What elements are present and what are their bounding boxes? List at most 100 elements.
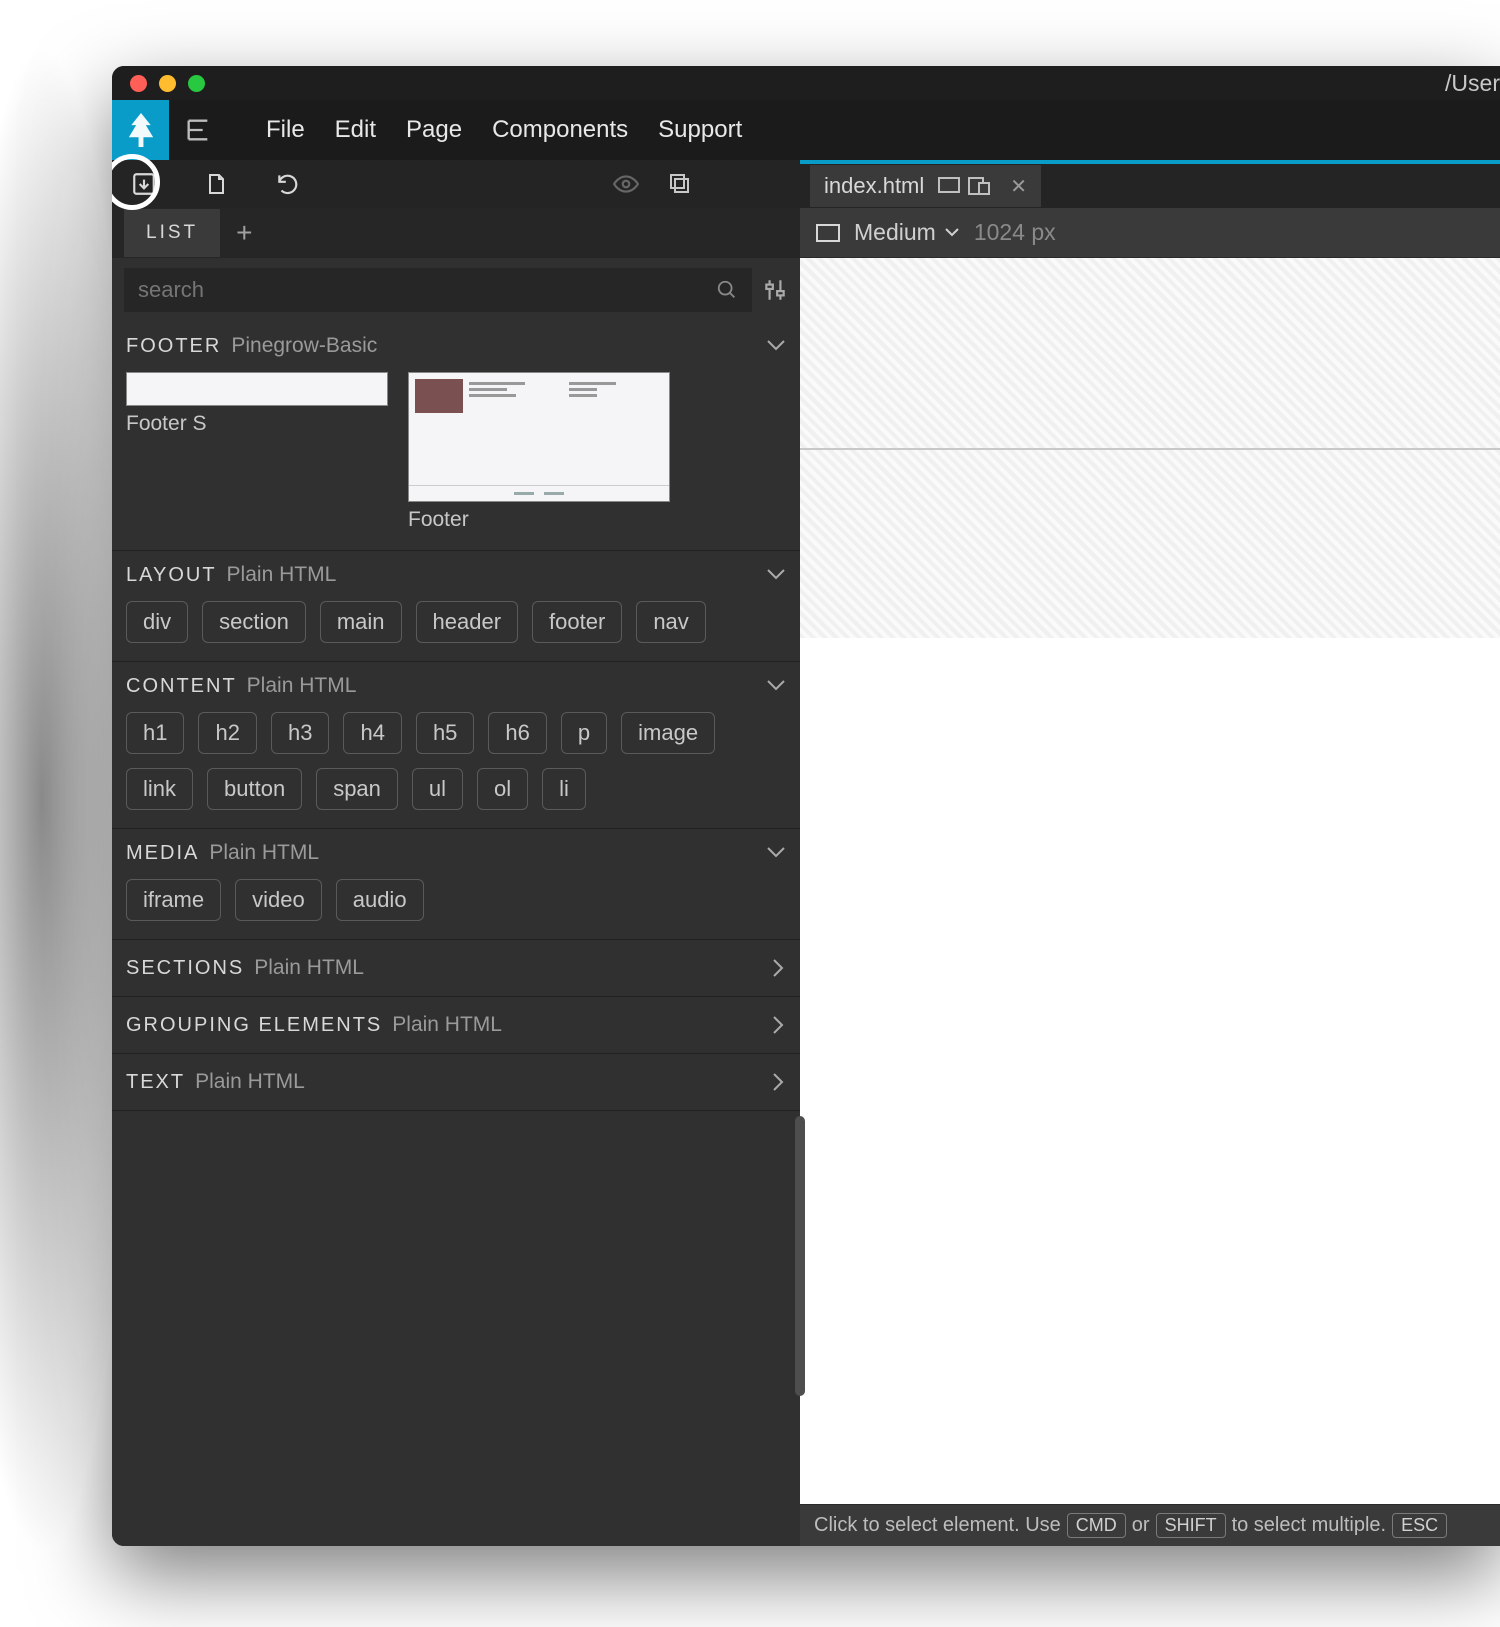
chip-div[interactable]: div [126, 601, 188, 643]
pinecone-icon [126, 113, 156, 147]
menu-components[interactable]: Components [492, 116, 628, 144]
section-name: TEXT [126, 1071, 185, 1094]
chevron-right-icon [772, 1072, 786, 1092]
section-name: CONTENT [126, 675, 237, 698]
section-sub: Plain HTML [227, 563, 337, 587]
section-text[interactable]: TEXT Plain HTML [112, 1054, 800, 1111]
chip-iframe[interactable]: iframe [126, 879, 221, 921]
close-tab-button[interactable]: ✕ [1010, 174, 1027, 199]
library-panel: LIST + FOOTER Pine [112, 208, 800, 1546]
section-name: FOOTER [126, 335, 221, 358]
thumb-label: Footer [408, 508, 670, 532]
chip-main[interactable]: main [320, 601, 402, 643]
chip-h1[interactable]: h1 [126, 712, 184, 754]
section-content-head[interactable]: CONTENT Plain HTML [126, 674, 786, 698]
section-name: MEDIA [126, 842, 199, 865]
page-button[interactable] [194, 162, 238, 206]
viewport-bar: Medium 1024 px [800, 208, 1500, 258]
thumb-label: Footer S [126, 412, 388, 436]
chip-h5[interactable]: h5 [416, 712, 474, 754]
status-suffix: to select multiple. [1232, 1514, 1387, 1537]
chip-span[interactable]: span [316, 768, 398, 810]
chevron-right-icon [772, 1015, 786, 1035]
chevron-right-icon [772, 958, 786, 978]
file-tab-index[interactable]: index.html ✕ [810, 165, 1041, 207]
editor-mode-button[interactable] [169, 100, 226, 160]
status-bar: Click to select element. Use CMD or SHIF… [800, 1504, 1500, 1546]
chip-p[interactable]: p [561, 712, 607, 754]
section-layout: LAYOUT Plain HTML div section main heade… [112, 551, 800, 662]
menu-file[interactable]: File [266, 116, 305, 144]
section-footer: FOOTER Pinegrow-Basic Footer S [112, 322, 800, 551]
component-footer-s[interactable]: Footer S [126, 372, 388, 532]
file-tab-label: index.html [824, 173, 924, 199]
section-footer-head[interactable]: FOOTER Pinegrow-Basic [126, 334, 786, 358]
section-name: GROUPING ELEMENTS [126, 1014, 382, 1037]
section-content: CONTENT Plain HTML h1 h2 h3 h4 h5 h6 p i… [112, 662, 800, 829]
search-box [124, 268, 752, 312]
chip-link[interactable]: link [126, 768, 193, 810]
section-sub: Plain HTML [195, 1070, 305, 1094]
section-grouping[interactable]: GROUPING ELEMENTS Plain HTML [112, 997, 800, 1054]
maximize-window-button[interactable] [188, 75, 205, 92]
component-footer[interactable]: Footer [408, 372, 670, 532]
pinegrow-logo[interactable] [112, 100, 169, 160]
kbd-esc: ESC [1392, 1513, 1447, 1538]
scrollbar[interactable] [795, 1116, 805, 1396]
add-tab-button[interactable]: + [220, 217, 268, 249]
chip-section[interactable]: section [202, 601, 306, 643]
menu-support[interactable]: Support [658, 116, 742, 144]
chip-header[interactable]: header [416, 601, 519, 643]
device-icon[interactable] [938, 177, 960, 195]
chip-ol[interactable]: ol [477, 768, 528, 810]
viewport-size: 1024 px [974, 219, 1056, 246]
insert-block-button[interactable] [122, 162, 166, 206]
section-sub: Plain HTML [247, 674, 357, 698]
chevron-down-icon [766, 679, 786, 693]
section-sections[interactable]: SECTIONS Plain HTML [112, 940, 800, 997]
chip-li[interactable]: li [542, 768, 586, 810]
chip-nav[interactable]: nav [636, 601, 705, 643]
tab-list[interactable]: LIST [124, 209, 220, 257]
chip-h3[interactable]: h3 [271, 712, 329, 754]
chip-ul[interactable]: ul [412, 768, 463, 810]
section-media-head[interactable]: MEDIA Plain HTML [126, 841, 786, 865]
breakpoint-label: Medium [854, 219, 936, 246]
minimize-window-button[interactable] [159, 75, 176, 92]
status-text: Click to select element. Use [814, 1514, 1061, 1537]
chip-image[interactable]: image [621, 712, 715, 754]
window-controls [130, 75, 205, 92]
chip-button[interactable]: button [207, 768, 302, 810]
titlebar: /User [112, 66, 1500, 100]
search-icon [716, 279, 738, 301]
menu-page[interactable]: Page [406, 116, 462, 144]
section-layout-head[interactable]: LAYOUT Plain HTML [126, 563, 786, 587]
canvas-divider [800, 448, 1500, 450]
canvas[interactable] [800, 258, 1500, 1504]
chip-footer[interactable]: footer [532, 601, 622, 643]
settings-icon[interactable] [762, 277, 788, 303]
menu-edit[interactable]: Edit [335, 116, 376, 144]
search-input[interactable] [138, 277, 716, 303]
breakpoint-select[interactable]: Medium [854, 219, 960, 246]
chip-video[interactable]: video [235, 879, 322, 921]
chip-h4[interactable]: h4 [343, 712, 401, 754]
duplicate-icon[interactable] [658, 162, 702, 206]
chevron-down-icon [766, 339, 786, 353]
chip-h6[interactable]: h6 [488, 712, 546, 754]
undo-button[interactable] [266, 162, 310, 206]
chip-h2[interactable]: h2 [198, 712, 256, 754]
chevron-down-icon [944, 227, 960, 239]
close-window-button[interactable] [130, 75, 147, 92]
section-name: LAYOUT [126, 564, 217, 587]
responsive-icon[interactable] [968, 177, 990, 195]
chevron-down-icon [766, 846, 786, 860]
title-path: /User [1445, 70, 1500, 97]
section-sub: Pinegrow-Basic [231, 334, 377, 358]
app-window: /User File Edit Page Components Support [112, 66, 1500, 1546]
visibility-icon[interactable] [604, 162, 648, 206]
chevron-down-icon [766, 568, 786, 582]
section-sub: Plain HTML [254, 956, 364, 980]
chip-audio[interactable]: audio [336, 879, 424, 921]
section-sub: Plain HTML [392, 1013, 502, 1037]
